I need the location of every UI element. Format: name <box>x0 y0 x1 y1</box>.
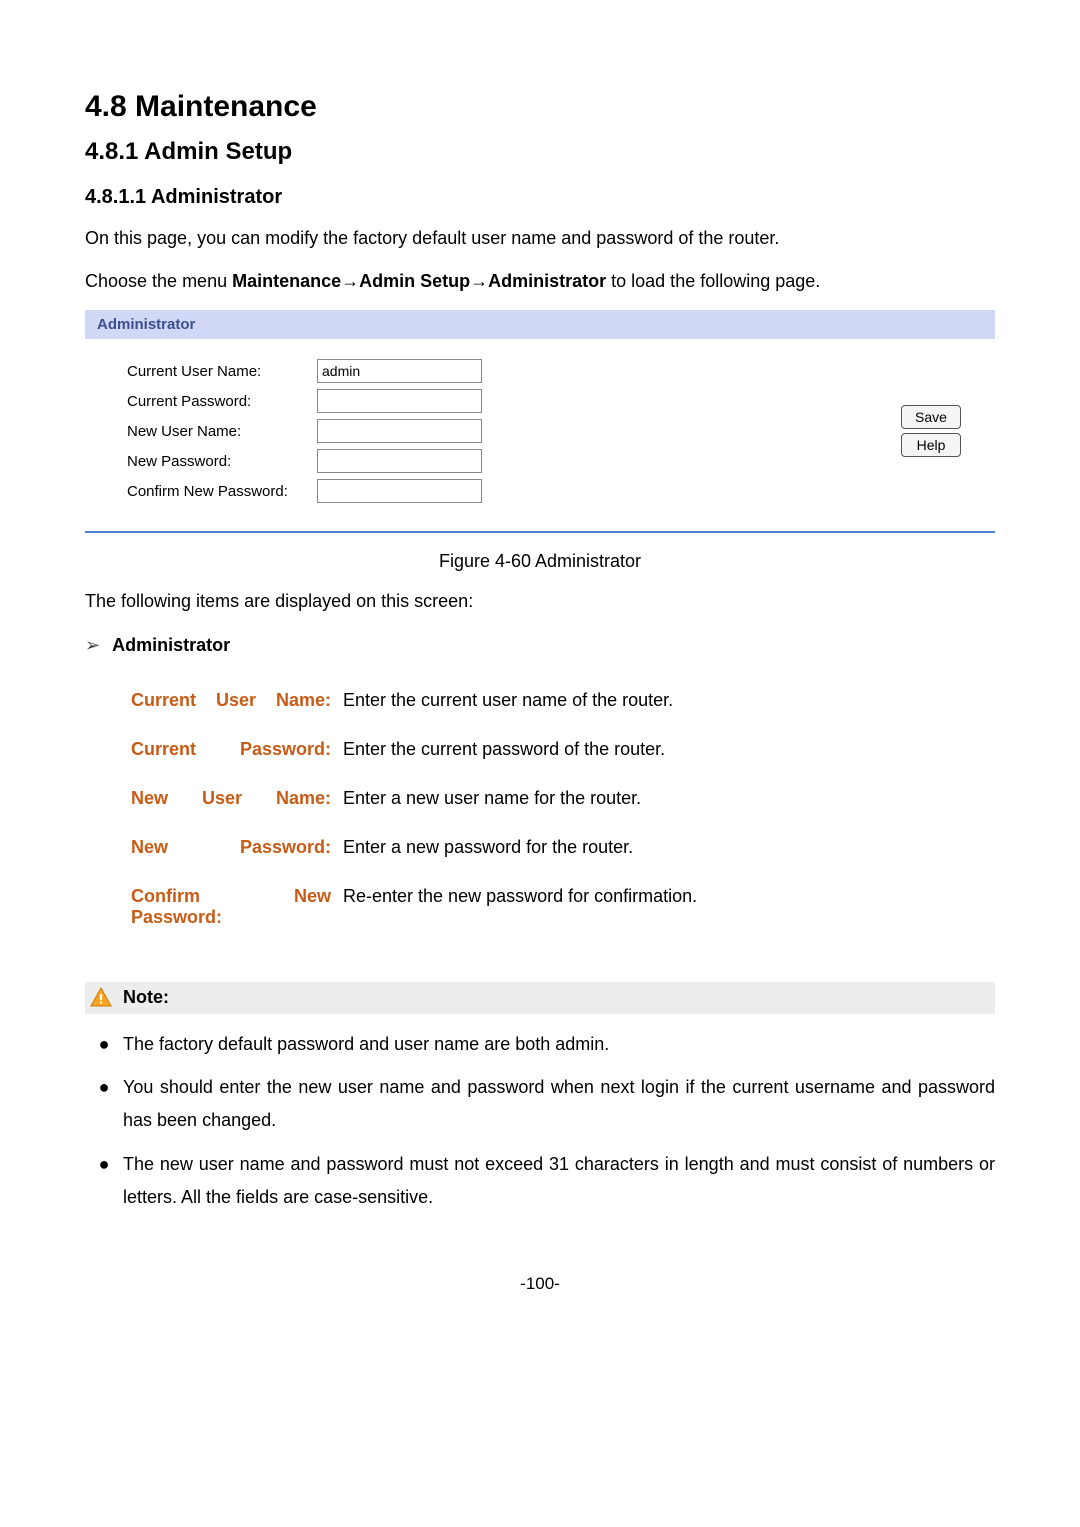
figure-caption: Figure 4-60 Administrator <box>85 551 995 572</box>
current-user-name-input[interactable] <box>317 359 482 383</box>
menu-path-bold: Maintenance→Admin Setup→Administrator <box>232 271 606 291</box>
new-password-label: New Password: <box>95 453 317 470</box>
table-row: Confirm New Password: Re-enter the new p… <box>125 872 703 942</box>
table-row: New Password: Enter a new password for t… <box>125 823 703 872</box>
new-password-input[interactable] <box>317 449 482 473</box>
new-user-name-input[interactable] <box>317 419 482 443</box>
definition-heading: Administrator <box>112 635 230 656</box>
def-label: New User Name: <box>125 774 337 823</box>
menu-path-prefix: Choose the menu <box>85 271 232 291</box>
def-desc: Enter a new password for the router. <box>337 823 703 872</box>
note-list: ● The factory default password and user … <box>85 1028 995 1214</box>
def-label: Current Password: <box>125 725 337 774</box>
menu-path-text: Choose the menu Maintenance→Admin Setup→… <box>85 266 995 297</box>
def-desc: Re-enter the new password for confirmati… <box>337 872 703 942</box>
table-row: Current Password: Enter the current pass… <box>125 725 703 774</box>
followup-text: The following items are displayed on thi… <box>85 586 995 617</box>
save-button[interactable]: Save <box>901 405 961 429</box>
note-item-text: The factory default password and user na… <box>123 1028 995 1061</box>
confirm-new-password-label: Confirm New Password: <box>95 483 317 500</box>
menu-path-suffix: to load the following page. <box>606 271 820 291</box>
current-user-name-label: Current User Name: <box>95 363 317 380</box>
table-row: New User Name: Enter a new user name for… <box>125 774 703 823</box>
note-item-text: You should enter the new user name and p… <box>123 1071 995 1138</box>
def-desc: Enter the current password of the router… <box>337 725 703 774</box>
def-label: Confirm New Password: <box>125 872 337 942</box>
note-title: Note: <box>123 987 169 1008</box>
bullet-icon: ● <box>85 1071 123 1138</box>
note-item-text: The new user name and password must not … <box>123 1148 995 1215</box>
chevron-right-icon: ➢ <box>85 635 100 656</box>
list-item: ● You should enter the new user name and… <box>85 1071 995 1138</box>
bullet-icon: ● <box>85 1148 123 1215</box>
new-user-name-label: New User Name: <box>95 423 317 440</box>
panel-title: Administrator <box>85 310 995 339</box>
help-button[interactable]: Help <box>901 433 961 457</box>
list-item: ● The factory default password and user … <box>85 1028 995 1061</box>
heading-4-8-1: 4.8.1 Admin Setup <box>85 138 995 166</box>
list-item: ● The new user name and password must no… <box>85 1148 995 1215</box>
definitions-table: Current User Name: Enter the current use… <box>125 676 703 942</box>
current-password-label: Current Password: <box>95 393 317 410</box>
intro-text: On this page, you can modify the factory… <box>85 223 995 254</box>
heading-4-8: 4.8 Maintenance <box>85 90 995 124</box>
confirm-new-password-input[interactable] <box>317 479 482 503</box>
def-label: Current User Name: <box>125 676 337 725</box>
administrator-panel: Administrator Current User Name: Current… <box>85 310 995 533</box>
def-label: New Password: <box>125 823 337 872</box>
heading-4-8-1-1: 4.8.1.1 Administrator <box>85 186 995 209</box>
current-password-input[interactable] <box>317 389 482 413</box>
table-row: Current User Name: Enter the current use… <box>125 676 703 725</box>
bullet-icon: ● <box>85 1028 123 1061</box>
def-desc: Enter the current user name of the route… <box>337 676 703 725</box>
warning-icon <box>89 986 113 1010</box>
def-desc: Enter a new user name for the router. <box>337 774 703 823</box>
page-number: -100- <box>85 1274 995 1294</box>
